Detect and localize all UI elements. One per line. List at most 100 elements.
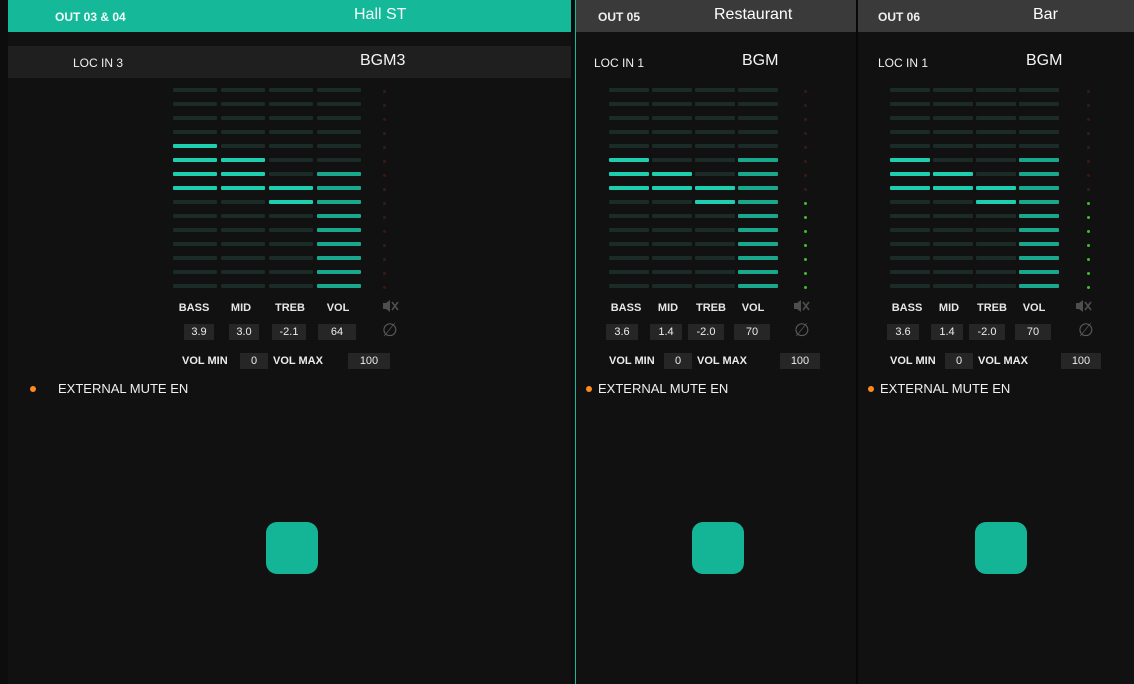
- vol-min-value[interactable]: 0: [945, 353, 973, 369]
- eq-bar-treb: [269, 200, 313, 204]
- bass-value[interactable]: 3.9: [184, 324, 214, 340]
- eq-bar-treb: [976, 270, 1016, 274]
- eq-bar-mid: [652, 186, 692, 190]
- mid-value[interactable]: 1.4: [650, 324, 682, 340]
- eq-bar-bass: [173, 228, 217, 232]
- mid-value[interactable]: 3.0: [229, 324, 259, 340]
- eq-bar-bass: [173, 158, 217, 162]
- speaker-mute-icon[interactable]: [1074, 298, 1092, 314]
- eq-bar-vol: [1019, 88, 1059, 92]
- eq-bar-mid: [933, 228, 973, 232]
- external-mute-label[interactable]: EXTERNAL MUTE EN: [58, 381, 188, 396]
- eq-bar-vol: [317, 270, 361, 274]
- bass-value[interactable]: 3.6: [887, 324, 919, 340]
- mid-label: MID: [657, 302, 679, 314]
- phase-invert-icon[interactable]: ∅: [1078, 322, 1094, 340]
- eq-bar-vol: [738, 214, 778, 218]
- speaker-mute-icon[interactable]: [792, 298, 810, 314]
- source-row[interactable]: LOC IN 1 BGM: [858, 46, 1134, 78]
- eq-bar-treb: [695, 88, 735, 92]
- eq-bar-vol: [317, 144, 361, 148]
- external-mute-label[interactable]: EXTERNAL MUTE EN: [598, 381, 728, 396]
- zone-header[interactable]: OUT 06 Bar: [858, 0, 1134, 32]
- phase-invert-icon[interactable]: ∅: [382, 322, 398, 340]
- level-meter-led: [383, 90, 386, 93]
- level-meter-led: [1087, 104, 1090, 107]
- eq-bar-bass: [173, 214, 217, 218]
- level-meter-led: [804, 286, 807, 289]
- speaker-mute-icon[interactable]: [381, 298, 399, 314]
- eq-bar-bass: [890, 116, 930, 120]
- eq-bar-vol: [1019, 130, 1059, 134]
- eq-bar-vol: [1019, 158, 1059, 162]
- eq-bar-mid: [221, 144, 265, 148]
- vol-value[interactable]: 70: [734, 324, 770, 340]
- level-meter-led: [1087, 230, 1090, 233]
- treb-value[interactable]: -2.0: [969, 324, 1005, 340]
- eq-bar-bass: [173, 116, 217, 120]
- eq-bar-mid: [221, 270, 265, 274]
- eq-bar-bass: [609, 200, 649, 204]
- vol-value[interactable]: 64: [318, 324, 356, 340]
- eq-bar-mid: [221, 130, 265, 134]
- eq-bar-mid: [933, 144, 973, 148]
- phase-invert-icon[interactable]: ∅: [794, 322, 810, 340]
- level-meter-led: [383, 188, 386, 191]
- mute-toggle-button[interactable]: [266, 522, 318, 574]
- eq-bar-mid: [933, 130, 973, 134]
- level-meter-led: [383, 118, 386, 121]
- treb-value[interactable]: -2.0: [688, 324, 724, 340]
- source-row[interactable]: LOC IN 1 BGM: [576, 46, 856, 78]
- vol-max-value[interactable]: 100: [780, 353, 820, 369]
- eq-bar-treb: [695, 116, 735, 120]
- zone-panel-restaurant[interactable]: OUT 05 Restaurant LOC IN 1 BGM BASS MID …: [575, 0, 856, 684]
- level-meter-led: [1087, 146, 1090, 149]
- level-meter-led: [804, 272, 807, 275]
- eq-bar-bass: [609, 270, 649, 274]
- eq-bar-vol: [738, 144, 778, 148]
- treb-value[interactable]: -2.1: [272, 324, 306, 340]
- level-meter-led: [1087, 244, 1090, 247]
- eq-bar-vol: [738, 102, 778, 106]
- eq-bar-vol: [317, 186, 361, 190]
- eq-bar-mid: [652, 102, 692, 106]
- mute-toggle-button[interactable]: [692, 522, 744, 574]
- mute-toggle-button[interactable]: [975, 522, 1027, 574]
- level-meter-led: [383, 146, 386, 149]
- zone-header[interactable]: OUT 03 & 04 Hall ST: [8, 0, 571, 32]
- eq-bar-bass: [890, 284, 930, 288]
- vol-min-value[interactable]: 0: [664, 353, 692, 369]
- eq-bar-vol: [1019, 270, 1059, 274]
- vol-label: VOL: [326, 302, 350, 314]
- eq-bar-vol: [317, 88, 361, 92]
- external-mute-label[interactable]: EXTERNAL MUTE EN: [880, 381, 1010, 396]
- eq-bar-bass: [609, 228, 649, 232]
- eq-bar-bass: [890, 256, 930, 260]
- eq-bar-mid: [933, 256, 973, 260]
- zone-panel-bar[interactable]: OUT 06 Bar LOC IN 1 BGM BASS MID TREB VO…: [858, 0, 1134, 684]
- zone-header[interactable]: OUT 05 Restaurant: [576, 0, 856, 32]
- eq-bar-bass: [890, 172, 930, 176]
- eq-bar-treb: [695, 130, 735, 134]
- mid-value[interactable]: 1.4: [931, 324, 963, 340]
- eq-bar-mid: [933, 200, 973, 204]
- output-label: OUT 06: [878, 10, 921, 24]
- eq-bar-vol: [738, 88, 778, 92]
- vol-value[interactable]: 70: [1015, 324, 1051, 340]
- source-row[interactable]: LOC IN 3 BGM3: [8, 46, 571, 78]
- eq-bar-mid: [933, 116, 973, 120]
- eq-bar-mid: [652, 284, 692, 288]
- eq-bar-vol: [317, 130, 361, 134]
- zone-panel-hall-st[interactable]: OUT 03 & 04 Hall ST LOC IN 3 BGM3 BASS M…: [0, 0, 571, 684]
- vol-max-value[interactable]: 100: [1061, 353, 1101, 369]
- vol-min-value[interactable]: 0: [240, 353, 268, 369]
- eq-bar-mid: [221, 116, 265, 120]
- eq-bar-mid: [652, 88, 692, 92]
- eq-bar-vol: [738, 158, 778, 162]
- vol-max-value[interactable]: 100: [348, 353, 390, 369]
- mid-label: MID: [230, 302, 252, 314]
- eq-bar-mid: [652, 200, 692, 204]
- eq-bar-treb: [695, 102, 735, 106]
- bass-value[interactable]: 3.6: [606, 324, 638, 340]
- eq-bar-vol: [738, 130, 778, 134]
